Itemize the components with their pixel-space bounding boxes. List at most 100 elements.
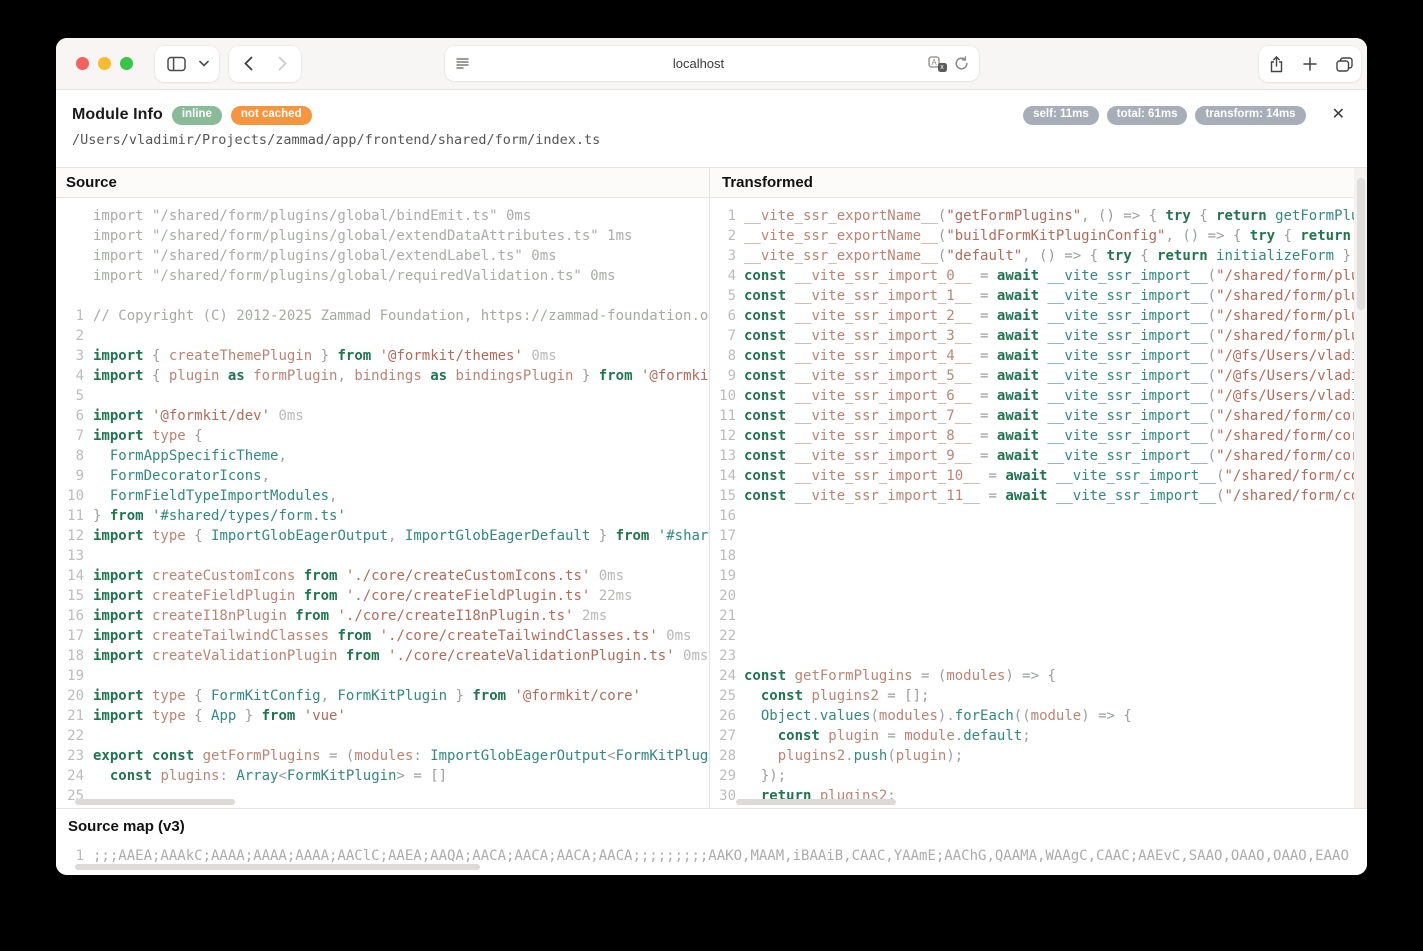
window-close-button[interactable] xyxy=(76,57,89,70)
chevron-down-icon xyxy=(199,60,209,67)
line-number: 21 xyxy=(56,706,93,726)
code-line: 3import { createThemePlugin } from '@for… xyxy=(56,346,709,366)
code-line: 28 plugins2.push(plugin); xyxy=(710,746,1367,766)
transformed-panel: Transformed 1__vite_ssr_exportName__("ge… xyxy=(710,168,1367,808)
line-number: 26 xyxy=(710,706,744,726)
code-line: 10 FormFieldTypeImportModules, xyxy=(56,486,709,506)
code-line: 1;;;AAEA;AAAkC;AAAA;AAAA;AAAA;AAClC;AAEA… xyxy=(56,846,1367,866)
code-line: 12const __vite_ssr_import_8__ = await __… xyxy=(710,426,1367,446)
code-line: 8const __vite_ssr_import_4__ = await __v… xyxy=(710,346,1367,366)
code-line: 24const getFormPlugins = (modules) => { xyxy=(710,666,1367,686)
sidebar-menu-button[interactable] xyxy=(193,46,215,82)
share-button[interactable] xyxy=(1259,46,1293,82)
line-number: 12 xyxy=(56,526,93,546)
line-number: 17 xyxy=(56,626,93,646)
sourcemap-code-view[interactable]: 1;;;AAEA;AAAkC;AAAA;AAAA;AAAA;AAClC;AAEA… xyxy=(56,846,1367,866)
forward-button[interactable] xyxy=(265,46,299,82)
line-number: 9 xyxy=(56,466,93,486)
window-zoom-button[interactable] xyxy=(120,57,133,70)
code-line: 3__vite_ssr_exportName__("default", () =… xyxy=(710,246,1367,266)
url-text[interactable]: localhost xyxy=(470,56,928,71)
line-number: 17 xyxy=(710,526,744,546)
code-line: 12import type { ImportGlobEagerOutput, I… xyxy=(56,526,709,546)
reader-view-icon[interactable] xyxy=(455,57,470,71)
translate-icon[interactable]: A x xyxy=(928,56,944,71)
line-number: 27 xyxy=(710,726,744,746)
line-number: 24 xyxy=(710,666,744,686)
line-number: 28 xyxy=(710,746,744,766)
line-number: 21 xyxy=(710,606,744,626)
line-number: 3 xyxy=(710,246,744,266)
code-line: 4const __vite_ssr_import_0__ = await __v… xyxy=(710,266,1367,286)
code-line: 19 xyxy=(710,566,1367,586)
sourcemap-hscrollbar[interactable] xyxy=(75,864,480,870)
code-line: 5const __vite_ssr_import_1__ = await __v… xyxy=(710,286,1367,306)
line-number: 1 xyxy=(56,306,93,326)
line-number: 22 xyxy=(56,726,93,746)
source-panel-title: Source xyxy=(56,168,709,198)
traffic-lights xyxy=(76,57,133,70)
code-line: 16 xyxy=(710,506,1367,526)
code-line: import "/shared/form/plugins/global/exte… xyxy=(56,226,709,246)
line-number: 8 xyxy=(710,346,744,366)
transform-time-badge: transform: 14ms xyxy=(1195,106,1305,125)
address-bar[interactable]: localhost A x xyxy=(445,46,979,81)
code-line: 14const __vite_ssr_import_10__ = await _… xyxy=(710,466,1367,486)
page-title: Module Info xyxy=(72,106,163,124)
new-tab-button[interactable] xyxy=(1293,46,1327,82)
back-button[interactable] xyxy=(231,46,265,82)
source-panel: Source import "/shared/form/plugins/glob… xyxy=(56,168,710,808)
code-line: 13 xyxy=(56,546,709,566)
code-line: 27 const plugin = module.default; xyxy=(710,726,1367,746)
code-line: 21 xyxy=(710,606,1367,626)
line-number: 5 xyxy=(56,386,93,406)
code-line: 15const __vite_ssr_import_11__ = await _… xyxy=(710,486,1367,506)
transformed-hscrollbar[interactable] xyxy=(736,799,896,805)
window-minimize-button[interactable] xyxy=(98,57,111,70)
tab-overview-button[interactable] xyxy=(1327,46,1361,82)
code-line: 15import createFieldPlugin from './core/… xyxy=(56,586,709,606)
line-number: 20 xyxy=(56,686,93,706)
sourcemap-title: Source map (v3) xyxy=(56,818,1367,844)
line-number: 2 xyxy=(56,326,93,346)
line-number: 6 xyxy=(56,406,93,426)
line-number: 18 xyxy=(56,646,93,666)
line-number xyxy=(56,226,93,246)
line-number: 20 xyxy=(710,586,744,606)
code-line: 29 }); xyxy=(710,766,1367,786)
code-line: 9 FormDecoratorIcons, xyxy=(56,466,709,486)
line-number: 1 xyxy=(710,206,744,226)
line-number xyxy=(56,286,93,306)
line-number: 19 xyxy=(710,566,744,586)
code-line: 20import type { FormKitConfig, FormKitPl… xyxy=(56,686,709,706)
close-icon[interactable]: ✕ xyxy=(1332,107,1345,123)
line-number xyxy=(56,206,93,226)
transformed-vscrollbar[interactable] xyxy=(1357,178,1365,310)
line-number: 9 xyxy=(710,366,744,386)
source-code-view[interactable]: import "/shared/form/plugins/global/bind… xyxy=(56,198,709,808)
code-panels: Source import "/shared/form/plugins/glob… xyxy=(56,167,1367,808)
sourcemap-section: Source map (v3) 1;;;AAEA;AAAkC;AAAA;AAAA… xyxy=(56,808,1367,875)
transformed-panel-title: Transformed xyxy=(710,168,1367,198)
code-line: 7const __vite_ssr_import_3__ = await __v… xyxy=(710,326,1367,346)
reload-button[interactable] xyxy=(954,56,969,71)
code-line: 18 xyxy=(710,546,1367,566)
code-line: 23export const getFormPlugins = (modules… xyxy=(56,746,709,766)
line-number xyxy=(56,246,93,266)
code-line: 2__vite_ssr_exportName__("buildFormKitPl… xyxy=(710,226,1367,246)
svg-text:A: A xyxy=(931,58,937,67)
code-line: 26 Object.values(modules).forEach((modul… xyxy=(710,706,1367,726)
code-line: 6const __vite_ssr_import_2__ = await __v… xyxy=(710,306,1367,326)
code-line: 24 const plugins: Array<FormKitPlugin> =… xyxy=(56,766,709,786)
transformed-code-view[interactable]: 1__vite_ssr_exportName__("getFormPlugins… xyxy=(710,198,1367,808)
code-line: 11} from '#shared/types/form.ts' xyxy=(56,506,709,526)
inline-badge: inline xyxy=(172,106,222,125)
code-line: 14import createCustomIcons from './core/… xyxy=(56,566,709,586)
code-line: 13const __vite_ssr_import_9__ = await __… xyxy=(710,446,1367,466)
source-hscrollbar[interactable] xyxy=(75,799,235,805)
sidebar-toggle-button[interactable] xyxy=(159,46,193,82)
module-info-header: Module Info inline not cached self: 11ms… xyxy=(56,90,1367,167)
code-line: 17import createTailwindClasses from './c… xyxy=(56,626,709,646)
line-number: 19 xyxy=(56,666,93,686)
code-line: 1// Copyright (C) 2012-2025 Zammad Found… xyxy=(56,306,709,326)
